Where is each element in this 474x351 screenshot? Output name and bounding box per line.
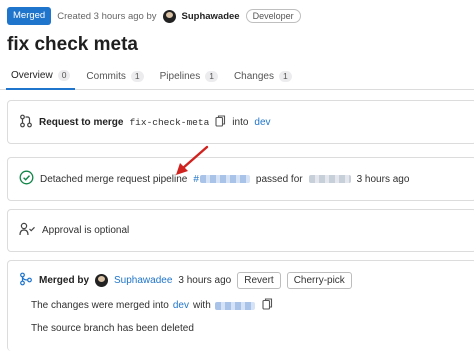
merged-into-line: The changes were merged into dev with xyxy=(31,298,273,313)
merger-avatar[interactable] xyxy=(95,273,109,287)
tab-changes[interactable]: Changes 1 xyxy=(229,62,297,90)
branch-deleted-line: The source branch has been deleted xyxy=(31,323,194,334)
tab-count: 1 xyxy=(130,70,144,82)
page-title: fix check meta xyxy=(7,34,138,55)
merged-time: 3 hours ago xyxy=(178,274,232,286)
revert-button[interactable]: Revert xyxy=(237,271,281,289)
approval-card: Approval is optional xyxy=(7,209,474,252)
tab-overview[interactable]: Overview 0 xyxy=(6,62,76,90)
pipeline-card: Detached merge request pipeline # passed… xyxy=(7,157,474,201)
tab-label: Commits xyxy=(86,70,126,82)
tab-count: 1 xyxy=(278,70,292,82)
tab-pipelines[interactable]: Pipelines 1 xyxy=(155,62,223,90)
tab-label: Changes xyxy=(233,70,274,82)
tab-label: Pipelines xyxy=(159,70,201,82)
merged-by-label: Merged by xyxy=(39,274,90,286)
merge-request-icon xyxy=(19,114,33,131)
source-branch: fix-check-meta xyxy=(129,116,210,128)
pipeline-text: Detached merge request pipeline xyxy=(40,173,188,185)
redacted-commit-sha[interactable] xyxy=(308,175,351,183)
cherry-pick-button[interactable]: Cherry-pick xyxy=(286,271,352,289)
request-to-merge-label: Request to merge xyxy=(39,116,124,128)
copy-commit-icon[interactable] xyxy=(262,298,273,313)
tab-count: 1 xyxy=(205,70,218,82)
merged-into-text: The changes were merged into xyxy=(31,300,169,311)
created-text: Created 3 hours ago by xyxy=(57,10,157,22)
copy-branch-icon[interactable] xyxy=(215,114,226,130)
avatar[interactable] xyxy=(162,9,176,23)
merged-branch-link[interactable]: dev xyxy=(173,300,189,311)
status-badge: Merged xyxy=(7,7,52,25)
pipeline-time: 3 hours ago xyxy=(356,173,410,185)
mr-header: Merged Created 3 hours ago by Suphawadee… xyxy=(7,7,301,25)
pipeline-hash: # xyxy=(193,173,199,185)
tab-label: Overview xyxy=(11,69,53,81)
approval-text: Approval is optional xyxy=(42,225,130,236)
merge-icon xyxy=(19,272,33,289)
target-branch-link[interactable]: dev xyxy=(254,117,270,128)
pipeline-id-link[interactable]: # xyxy=(193,174,250,185)
approval-user-check-icon xyxy=(19,222,36,239)
with-text: with xyxy=(192,300,211,311)
role-badge: Developer xyxy=(245,9,301,23)
merge-request-card: Request to merge fix-check-meta into dev xyxy=(7,100,474,144)
redacted-pipeline-id xyxy=(199,175,250,183)
into-text: into xyxy=(232,116,249,128)
mr-tabs: Overview 0 Commits 1 Pipelines 1 Changes… xyxy=(0,62,474,90)
branch-deleted-text: The source branch has been deleted xyxy=(31,323,194,334)
passed-for-text: passed for xyxy=(255,173,303,185)
tab-count: 0 xyxy=(57,69,71,81)
tab-commits[interactable]: Commits 1 xyxy=(81,62,148,90)
redacted-merge-commit[interactable] xyxy=(214,301,255,310)
merger-author-link[interactable]: Suphawadee xyxy=(114,275,172,286)
author-link[interactable]: Suphawadee xyxy=(182,11,240,22)
success-check-icon[interactable] xyxy=(19,170,34,188)
